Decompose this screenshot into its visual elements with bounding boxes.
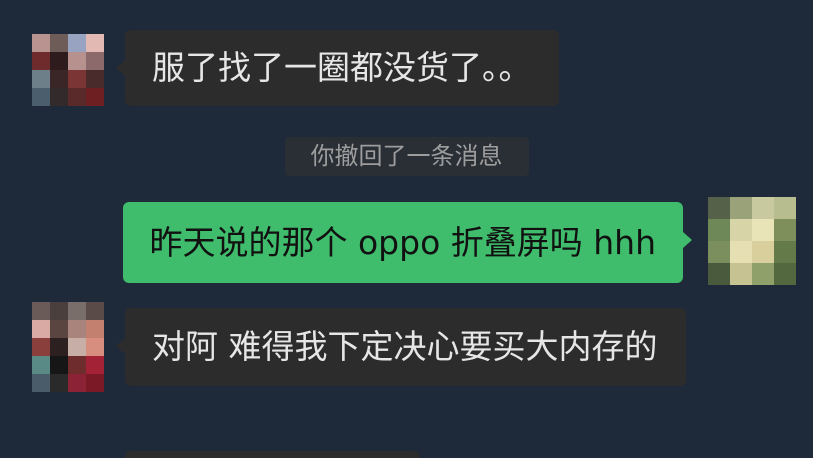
avatar-mosaic-cell <box>774 241 796 263</box>
avatar-mosaic-cell <box>32 374 50 392</box>
avatar-mosaic-cell <box>86 52 104 70</box>
avatar-mosaic-cell <box>50 70 68 88</box>
avatar-mosaic-cell <box>68 320 86 338</box>
avatar-mosaic-cell <box>50 302 68 320</box>
avatar-mosaic-cell <box>68 34 86 52</box>
avatar-mosaic-cell <box>708 263 730 285</box>
avatar-mosaic-cell <box>86 356 104 374</box>
message-text: 服了找了一圈都没货了。。 <box>152 48 532 87</box>
avatar-mosaic-cell <box>32 52 50 70</box>
avatar-mosaic-cell <box>68 302 86 320</box>
avatar-mosaic-cell <box>774 263 796 285</box>
avatar-mosaic-cell <box>86 320 104 338</box>
avatar-mosaic-cell <box>32 338 50 356</box>
avatar-mosaic-cell <box>68 70 86 88</box>
message-text: 对阿 难得我下定决心要买大内存的 <box>152 327 658 366</box>
avatar-mosaic-cell <box>774 197 796 219</box>
avatar-mosaic-cell <box>730 219 752 241</box>
avatar-mosaic-cell <box>730 197 752 219</box>
avatar-mosaic-cell <box>50 88 68 106</box>
avatar-mosaic-cell <box>86 34 104 52</box>
avatar-mosaic-cell <box>708 241 730 263</box>
avatar-mosaic-cell <box>68 338 86 356</box>
avatar-mosaic-cell <box>50 338 68 356</box>
recall-notice-text: 你撤回了一条消息 <box>310 142 503 170</box>
avatar-self[interactable] <box>708 197 796 285</box>
message-text: 昨天说的那个 oppo 折叠屏吗 hhh <box>149 223 657 262</box>
avatar-mosaic-cell <box>752 241 774 263</box>
avatar-mosaic-cell <box>774 219 796 241</box>
avatar-mosaic-cell <box>68 88 86 106</box>
avatar-mosaic-cell <box>50 34 68 52</box>
avatar-mosaic-cell <box>68 52 86 70</box>
avatar-contact[interactable] <box>32 34 104 106</box>
avatar-mosaic-cell <box>708 219 730 241</box>
message-bubble-incoming[interactable]: 对阿 难得我下定决心要买大内存的 <box>116 308 686 386</box>
avatar-mosaic-cell <box>32 320 50 338</box>
avatar-mosaic-cell <box>752 197 774 219</box>
message-bubble-incoming[interactable]: 服了找了一圈都没货了。。 <box>116 30 559 106</box>
avatar-mosaic-cell <box>86 88 104 106</box>
avatar-mosaic-cell <box>50 320 68 338</box>
avatar-mosaic-cell <box>86 374 104 392</box>
avatar-mosaic-cell <box>68 374 86 392</box>
recall-notice: 你撤回了一条消息 <box>284 137 529 176</box>
avatar-mosaic-cell <box>86 338 104 356</box>
avatar-mosaic-cell <box>32 70 50 88</box>
avatar-mosaic-cell <box>86 70 104 88</box>
avatar-mosaic-cell <box>730 263 752 285</box>
message-bubble-outgoing[interactable]: 昨天说的那个 oppo 折叠屏吗 hhh <box>122 202 692 283</box>
avatar-mosaic-cell <box>50 52 68 70</box>
avatar-mosaic-cell <box>50 356 68 374</box>
avatar-mosaic-cell <box>32 88 50 106</box>
avatar-mosaic-cell <box>752 219 774 241</box>
avatar-mosaic-cell <box>708 197 730 219</box>
avatar-mosaic-cell <box>68 356 86 374</box>
avatar-mosaic-cell <box>86 302 104 320</box>
avatar-mosaic-cell <box>32 302 50 320</box>
avatar-mosaic-cell <box>32 34 50 52</box>
avatar-mosaic-cell <box>752 263 774 285</box>
avatar-mosaic-cell <box>730 241 752 263</box>
avatar-mosaic-cell <box>50 374 68 392</box>
avatar-contact[interactable] <box>32 302 104 392</box>
message-bubble-partial[interactable] <box>125 451 420 458</box>
avatar-mosaic-cell <box>32 356 50 374</box>
